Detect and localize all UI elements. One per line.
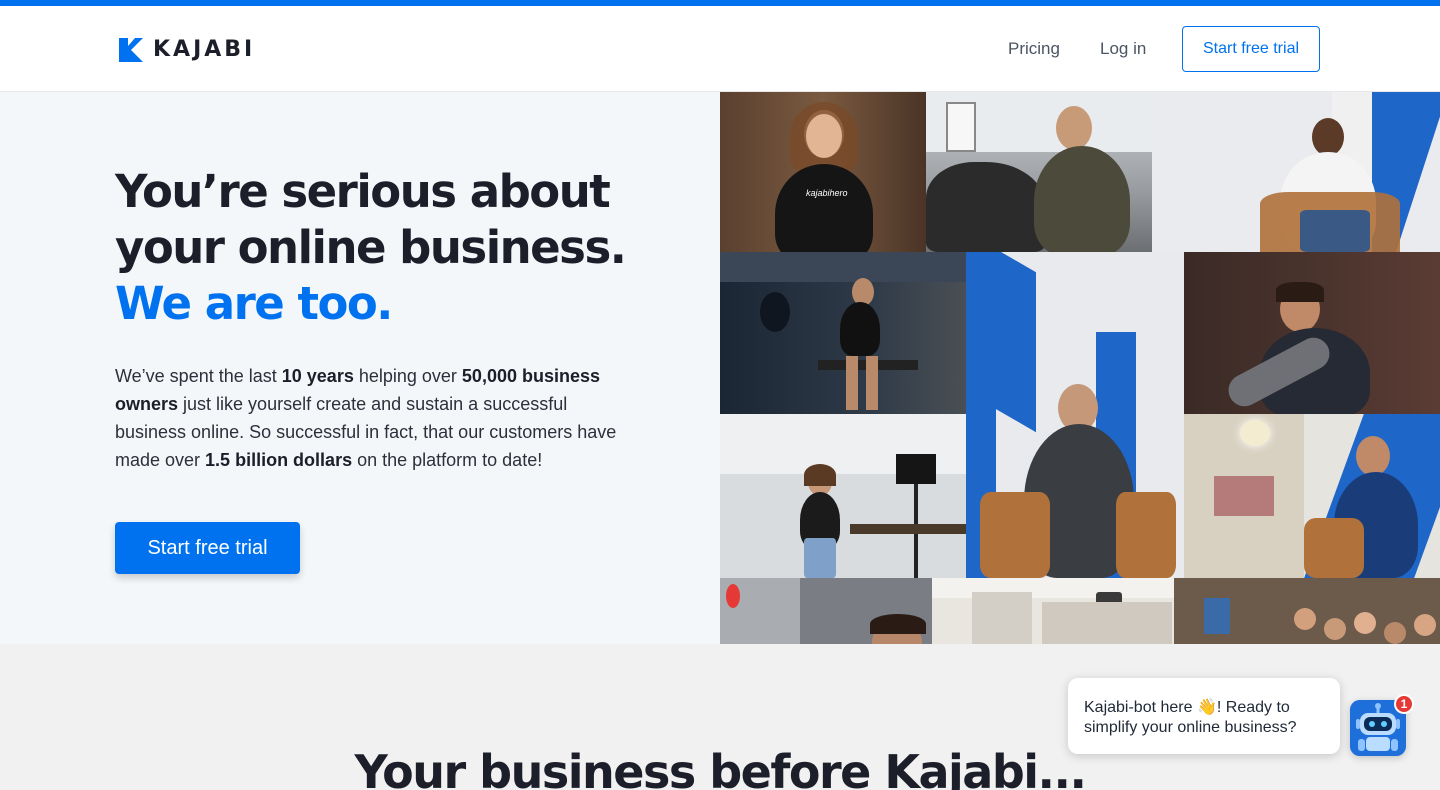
hero-description: We’ve spent the last 10 years helping ov… [115,362,620,474]
photo-man-motorcycle [926,92,1152,252]
wave-emoji-icon: 👋 [1196,699,1217,716]
photo-woman-gym [720,252,966,414]
chat-message-part: Kajabi-bot here [1084,699,1197,716]
logo-wordmark: KAJABI [153,37,256,62]
hero-headline-accent: We are too. [115,277,393,330]
nav-link-pricing[interactable]: Pricing [1008,39,1060,59]
photo-woman-studio [720,414,966,578]
photo-man-sitting-dark [1184,252,1440,414]
hero-start-trial-button[interactable]: Start free trial [115,522,300,574]
hero-headline-line-2: your online business. [115,221,627,274]
hero-text-segment: helping over [353,366,462,386]
kajabi-k-icon [119,38,143,62]
photo-man-glasses-chair [966,252,1184,578]
kajabi-shirt-print: kajabihero [806,188,848,198]
photo-kitchen [932,578,1174,644]
hero-headline-line-1: You’re serious about [115,165,611,218]
customer-photo-collage: kajabihero [720,92,1440,644]
kajabi-logo[interactable]: KAJABI [119,38,255,62]
hero-section: You’re serious about your online busines… [0,92,720,644]
photo-audience [1174,578,1440,644]
nav-link-login[interactable]: Log in [1100,39,1146,59]
chat-greeting-bubble[interactable]: Kajabi-bot here 👋! Ready to simplify you… [1068,678,1340,754]
chat-notification-badge: 1 [1394,694,1414,714]
hero-highlight-dollars: 1.5 billion dollars [205,450,353,470]
site-header: KAJABI Pricing Log in Start free trial [0,6,1440,92]
hero-text-segment: on the platform to date! [352,450,543,470]
photo-man-blue-shirt [1184,414,1440,578]
hero-text-segment: We’ve spent the last [115,366,282,386]
hero-highlight-years: 10 years [281,366,354,386]
photo-man-white-shirt [1152,92,1440,252]
hero-headline: You’re serious about your online busines… [115,164,675,332]
photo-woman-kajabi-shirt: kajabihero [720,92,926,252]
photo-man-closeup [720,578,932,644]
header-start-trial-button[interactable]: Start free trial [1182,26,1320,72]
